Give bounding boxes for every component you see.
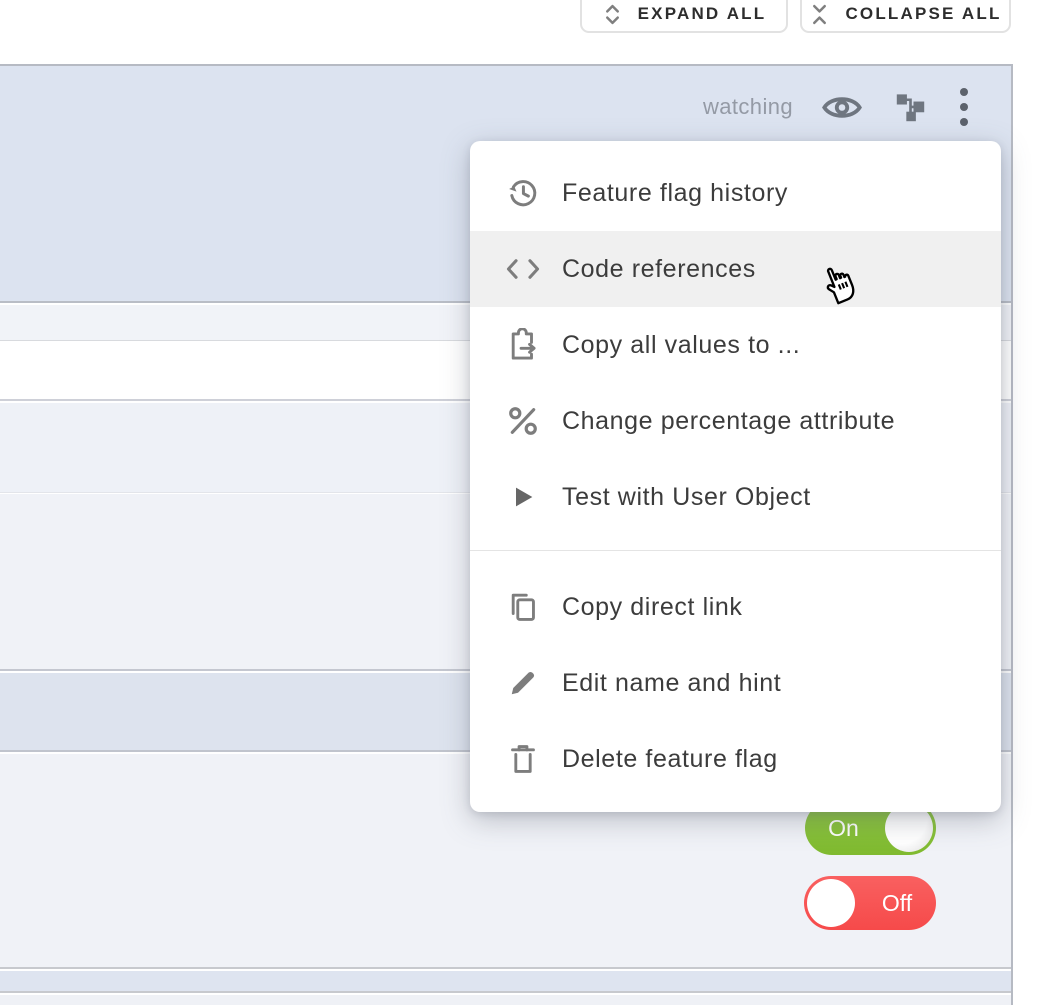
menu-item-label: Edit name and hint [562, 669, 781, 698]
menu-divider [470, 550, 1001, 551]
watching-status-label: watching [703, 94, 793, 120]
menu-item-label: Copy direct link [562, 593, 743, 622]
panel-right-border [1011, 64, 1013, 1005]
panel-footer-band [0, 971, 1011, 993]
menu-item-feature-flag-history[interactable]: Feature flag history [470, 155, 1001, 231]
next-flag-band [0, 995, 1011, 1005]
menu-item-change-percentage-attribute[interactable]: Change percentage attribute [470, 383, 1001, 459]
menu-item-label: Copy all values to ... [562, 331, 800, 360]
percent-icon [504, 405, 542, 437]
hierarchy-icon[interactable] [895, 92, 926, 123]
menu-item-code-references[interactable]: Code references [470, 231, 1001, 307]
menu-item-label: Change percentage attribute [562, 407, 895, 436]
toggle-off-label: Off [858, 890, 936, 917]
clipboard-arrow-icon [504, 328, 542, 362]
history-icon [504, 176, 542, 210]
menu-item-label: Delete feature flag [562, 745, 778, 774]
code-icon [504, 254, 542, 284]
menu-item-label: Feature flag history [562, 179, 788, 208]
flag-header-row: watching [0, 84, 1011, 130]
copy-icon [504, 590, 542, 624]
menu-item-test-with-user-object[interactable]: Test with User Object [470, 459, 1001, 535]
menu-item-delete-feature-flag[interactable]: Delete feature flag [470, 721, 1001, 797]
flag-context-menu: Feature flag history Code references Cop… [470, 141, 1001, 812]
menu-item-copy-all-values[interactable]: Copy all values to ... [470, 307, 1001, 383]
pencil-icon [504, 668, 542, 698]
expand-all-button[interactable]: EXPAND ALL [580, 0, 788, 33]
toggle-off[interactable]: Off [804, 876, 936, 930]
expand-all-label: EXPAND ALL [638, 4, 767, 24]
menu-item-edit-name-and-hint[interactable]: Edit name and hint [470, 645, 1001, 721]
play-icon [504, 483, 542, 511]
menu-item-label: Code references [562, 255, 756, 284]
eye-icon[interactable] [822, 92, 862, 123]
collapse-all-label: COLLAPSE ALL [845, 4, 1001, 24]
page: EXPAND ALL COLLAPSE ALL watching [0, 0, 1044, 1005]
menu-item-label: Test with User Object [562, 483, 811, 512]
trash-icon [504, 742, 542, 776]
toggle-off-knob[interactable] [807, 879, 855, 927]
kebab-menu-icon[interactable] [959, 86, 969, 128]
collapse-all-button[interactable]: COLLAPSE ALL [800, 0, 1011, 33]
unfold-less-icon [809, 3, 830, 24]
toggle-on-label: On [805, 815, 882, 842]
menu-item-copy-direct-link[interactable]: Copy direct link [470, 569, 1001, 645]
unfold-more-icon [602, 3, 623, 24]
